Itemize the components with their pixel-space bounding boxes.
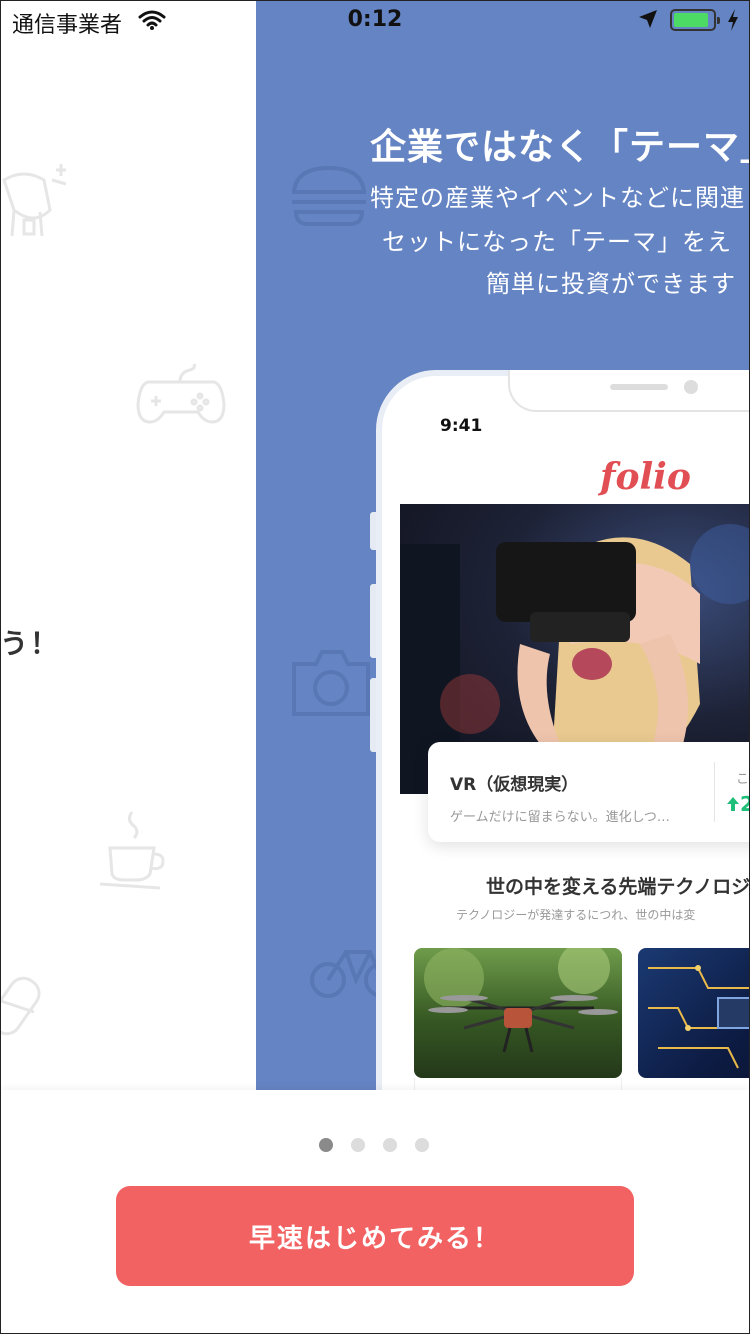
charging-bolt-icon <box>728 9 738 31</box>
theme-card-right-label: こ <box>736 772 750 787</box>
theme-card-title: VR（仮想現実） <box>450 775 579 795</box>
bottom-panel: 早速はじめてみる！ <box>0 1090 750 1334</box>
phone-camera <box>684 380 698 394</box>
cow-icon <box>2 164 67 237</box>
theme-thumbnail-drone[interactable] <box>414 948 622 1078</box>
page-dot-4[interactable] <box>415 1138 429 1152</box>
page-headline: 企業ではなく「テーマ」 <box>370 127 750 168</box>
phone-speaker <box>610 384 668 390</box>
folio-logo: folio <box>600 456 691 498</box>
page-description-line-2: セットになった「テーマ」をえ <box>382 228 732 256</box>
phone-status-time: 9:41 <box>440 416 483 436</box>
coffee-cup-icon <box>99 811 165 890</box>
circuit-board-photo <box>648 965 750 1069</box>
pill-icon <box>0 976 41 1036</box>
onboarding-page-current[interactable]: 企業ではなく「テーマ」 特定の産業やイベントなどに関連 セットになった「テーマ」… <box>256 0 750 1090</box>
section-title: 世の中を変える先端テクノロジ <box>486 876 750 898</box>
theme-card-change: 2 <box>726 792 750 816</box>
page-dot-3[interactable] <box>383 1138 397 1152</box>
gamepad-icon <box>136 363 226 424</box>
page-dot-1[interactable] <box>319 1138 333 1152</box>
page-headline-partial: めよう！ <box>0 627 61 660</box>
thumbnail-card-footer <box>414 1078 622 1090</box>
onboarding-page-previous[interactable]: めよう！ <box>0 0 256 1090</box>
battery-level <box>674 13 709 27</box>
theme-card-vr[interactable]: VR（仮想現実） ゲームだけに留まらない。進化しつ… こ 2 <box>428 742 750 842</box>
theme-card-description: ゲームだけに留まらない。進化しつ… <box>450 810 670 825</box>
page-dot-2[interactable] <box>351 1138 365 1152</box>
status-bar: 通信事業者 0:12 <box>0 0 750 40</box>
camera-icon <box>292 650 370 716</box>
theme-card-divider <box>714 762 715 822</box>
page-description-line-1: 特定の産業やイベントなどに関連 <box>370 184 745 212</box>
phone-notch <box>508 370 750 412</box>
phone-mockup: 9:41 folio VR（仮想現実） ゲームだけに留まらない。進化しつ… こ <box>376 370 750 1090</box>
theme-card-change-value: 2 <box>740 792 750 816</box>
hamburger-icon <box>291 165 367 226</box>
section-subtitle: テクノロジーが発達するにつれ、世の中は変 <box>456 908 696 922</box>
location-arrow-icon <box>639 10 657 28</box>
theme-thumbnail-circuit[interactable] <box>638 948 750 1078</box>
page-description-line-3: 簡単に投資ができます <box>486 270 736 298</box>
page-indicator[interactable] <box>319 1138 429 1152</box>
up-arrow-icon <box>727 797 739 811</box>
start-now-button[interactable]: 早速はじめてみる！ <box>116 1186 634 1286</box>
battery-icon <box>670 9 720 31</box>
drone-photo <box>424 948 618 1053</box>
